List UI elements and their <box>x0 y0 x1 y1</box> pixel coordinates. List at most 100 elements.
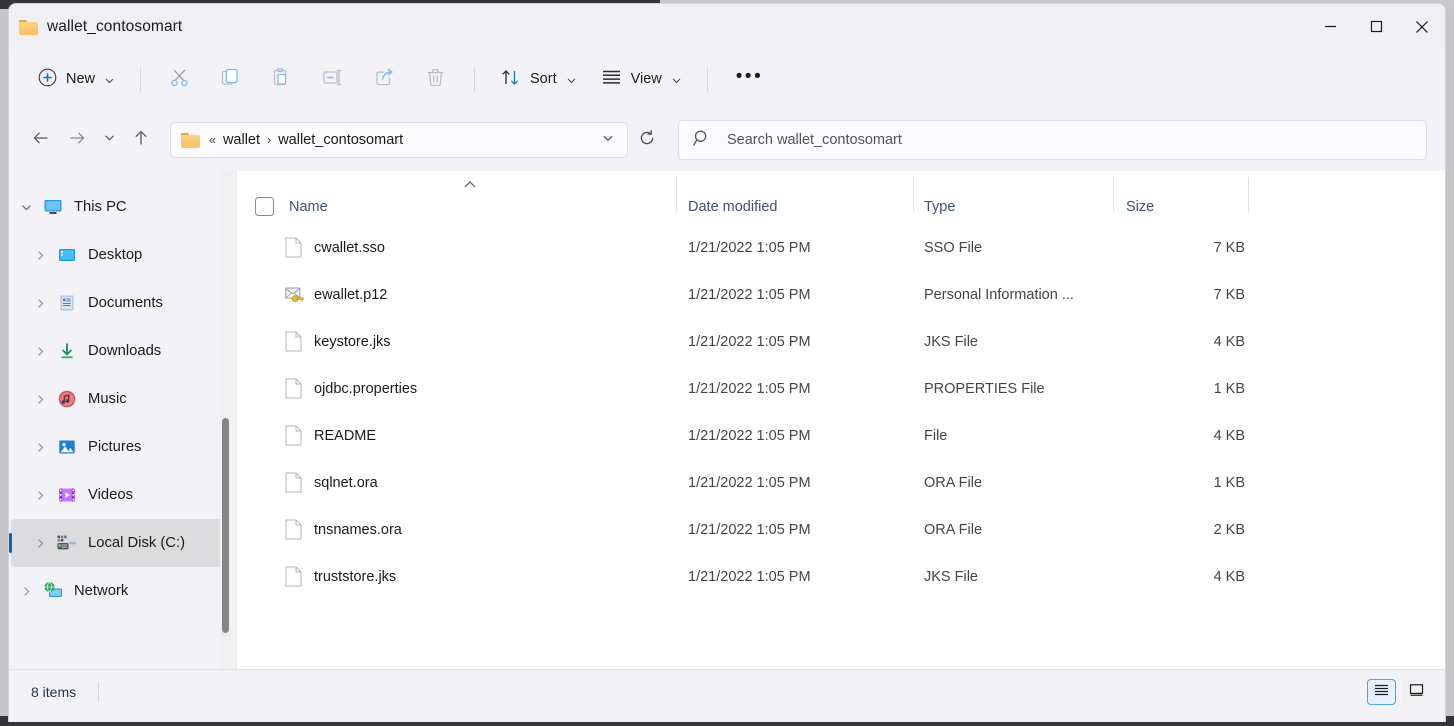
chevron-right-icon[interactable] <box>25 393 55 406</box>
maximize-button[interactable] <box>1353 4 1399 49</box>
sidebar-item-label: Documents <box>88 295 163 311</box>
sidebar-item-local-disk-c[interactable]: Local Disk (C:) <box>11 519 230 567</box>
forward-button[interactable] <box>59 122 95 158</box>
view-button[interactable]: View <box>590 60 693 98</box>
sidebar-item-label: Videos <box>88 487 133 503</box>
file-date-cell: 1/21/2022 1:05 PM <box>677 381 914 397</box>
file-name-cell: sqlnet.ora <box>241 472 677 493</box>
copy-button[interactable] <box>206 60 255 98</box>
file-date-cell: 1/21/2022 1:05 PM <box>677 287 914 303</box>
column-header-type[interactable]: Type <box>914 171 1114 215</box>
table-row[interactable]: sqlnet.ora 1/21/2022 1:05 PM ORA File 1 … <box>241 459 1441 506</box>
plus-circle-icon <box>38 68 57 91</box>
monitor-icon <box>41 197 65 217</box>
chevron-down-icon[interactable] <box>11 201 41 214</box>
file-explorer-window: wallet_contosomart New <box>8 3 1446 722</box>
sidebar-item-desktop[interactable]: Desktop <box>11 231 230 279</box>
more-options-button[interactable]: ••• <box>722 60 777 98</box>
up-button[interactable] <box>123 122 159 158</box>
chevron-down-icon <box>671 74 682 85</box>
minimize-button[interactable] <box>1307 4 1353 49</box>
sidebar-item-network[interactable]: Network <box>11 567 230 615</box>
file-type-cell: JKS File <box>914 569 1114 585</box>
status-divider <box>98 682 99 702</box>
new-button-label: New <box>66 71 95 87</box>
file-name-cell: keystore.jks <box>241 331 677 352</box>
cut-button[interactable] <box>155 60 204 98</box>
breadcrumb-item-wallet-contosomart[interactable]: wallet_contosomart <box>278 132 403 148</box>
address-dropdown-button[interactable] <box>595 131 621 150</box>
sidebar-item-label: Network <box>74 583 128 599</box>
table-row[interactable]: cwallet.sso 1/21/2022 1:05 PM SSO File 7… <box>241 224 1441 271</box>
column-divider[interactable] <box>1248 177 1249 213</box>
breadcrumb-item-wallet[interactable]: wallet <box>223 132 260 148</box>
column-header-size[interactable]: Size <box>1114 171 1249 215</box>
chevron-right-icon[interactable] <box>25 537 55 550</box>
toolbar-divider-1 <box>140 67 141 92</box>
chevron-right-icon[interactable] <box>25 297 55 310</box>
new-button[interactable]: New <box>27 60 126 98</box>
sidebar-item-documents[interactable]: Documents <box>11 279 230 327</box>
delete-button[interactable] <box>411 60 460 98</box>
sidebar-item-music[interactable]: Music <box>11 375 230 423</box>
file-type-cell: SSO File <box>914 240 1114 256</box>
navigation-pane-scrollbar-thumb[interactable] <box>222 418 229 633</box>
table-row[interactable]: keystore.jks 1/21/2022 1:05 PM JKS File … <box>241 318 1441 365</box>
explorer-body: This PC Desktop <box>9 171 1445 669</box>
breadcrumb-overflow[interactable]: « <box>209 133 216 147</box>
title-bar-content: wallet_contosomart <box>9 18 182 36</box>
chevron-right-icon[interactable] <box>25 249 55 262</box>
window-controls <box>1307 4 1445 49</box>
back-arrow-icon <box>31 128 51 153</box>
document-icon <box>55 293 79 313</box>
rename-button[interactable] <box>308 60 358 98</box>
select-all-checkbox[interactable] <box>255 197 274 216</box>
large-icons-view-button[interactable] <box>1402 679 1431 705</box>
generic-file-icon <box>285 519 302 540</box>
download-icon <box>55 341 79 361</box>
back-button[interactable] <box>23 122 59 158</box>
chevron-right-icon[interactable] <box>25 441 55 454</box>
file-name-cell: truststore.jks <box>241 566 677 587</box>
chevron-right-icon[interactable] <box>25 345 55 358</box>
column-header-label: Date modified <box>688 199 777 215</box>
chevron-right-icon[interactable] <box>25 489 55 502</box>
details-view-button[interactable] <box>1367 679 1396 705</box>
table-row[interactable]: ojdbc.properties 1/21/2022 1:05 PM PROPE… <box>241 365 1441 412</box>
sort-button[interactable]: Sort <box>489 60 588 98</box>
address-bar[interactable]: « wallet › wallet_contosomart <box>170 122 628 158</box>
column-header-name[interactable]: Name <box>237 171 677 215</box>
refresh-button[interactable] <box>630 123 663 157</box>
forward-arrow-icon <box>67 128 87 153</box>
music-icon <box>55 389 79 409</box>
breadcrumb-separator: › <box>267 133 271 147</box>
file-size-cell: 7 KB <box>1114 240 1245 256</box>
title-bar: wallet_contosomart <box>9 4 1445 49</box>
sidebar-item-this-pc[interactable]: This PC <box>11 183 230 231</box>
column-header-label: Name <box>289 199 328 215</box>
file-type-cell: File <box>914 428 1114 444</box>
column-header-date-modified[interactable]: Date modified <box>677 171 914 215</box>
file-name: sqlnet.ora <box>314 475 378 491</box>
share-button[interactable] <box>360 60 409 98</box>
item-count: 8 items <box>31 684 76 700</box>
sort-arrows-icon <box>500 67 521 92</box>
rename-icon <box>322 67 344 92</box>
recent-locations-button[interactable] <box>95 122 123 158</box>
close-button[interactable] <box>1399 4 1445 49</box>
chevron-right-icon[interactable] <box>11 585 41 598</box>
table-row[interactable]: tnsnames.ora 1/21/2022 1:05 PM ORA File … <box>241 506 1441 553</box>
column-header-label: Size <box>1126 199 1154 215</box>
file-name: keystore.jks <box>314 334 391 350</box>
sidebar-item-downloads[interactable]: Downloads <box>11 327 230 375</box>
generic-file-icon <box>285 472 302 493</box>
paste-button[interactable] <box>257 60 306 98</box>
table-row[interactable]: ewallet.p12 1/21/2022 1:05 PM Personal I… <box>241 271 1441 318</box>
search-input[interactable]: Search wallet_contosomart <box>678 120 1427 160</box>
table-row[interactable]: truststore.jks 1/21/2022 1:05 PM JKS Fil… <box>241 553 1441 600</box>
table-row[interactable]: README 1/21/2022 1:05 PM File 4 KB <box>241 412 1441 459</box>
sidebar-item-videos[interactable]: Videos <box>11 471 230 519</box>
file-name: ojdbc.properties <box>314 381 417 397</box>
breadcrumb: « wallet › wallet_contosomart <box>209 132 595 148</box>
sidebar-item-pictures[interactable]: Pictures <box>11 423 230 471</box>
